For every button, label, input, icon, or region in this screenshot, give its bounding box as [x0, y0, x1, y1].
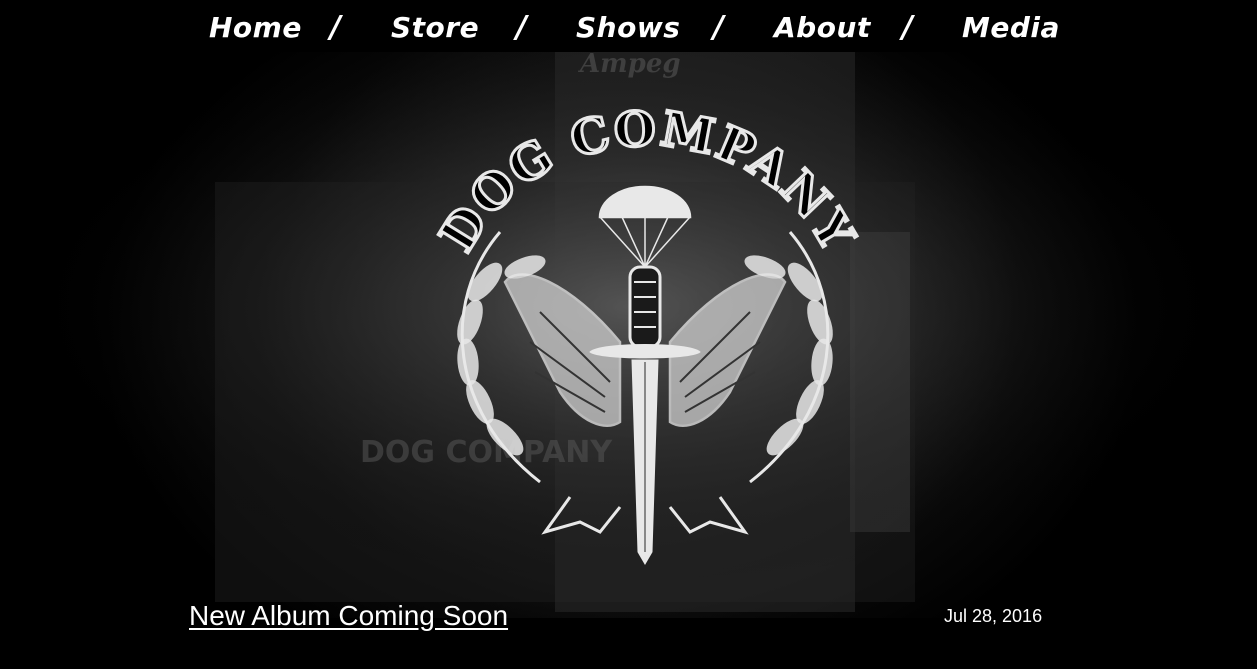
amp-brand-text: Ampeg — [577, 52, 681, 79]
background-band-text: DOG COMPANY — [360, 435, 613, 470]
hero-banner: Ampeg DOG COMPANY DOG COMPANY — [0, 52, 1257, 618]
nav-store-link[interactable]: Store — [391, 8, 479, 48]
nav-media-link[interactable]: Media — [962, 8, 1060, 48]
post-date: Jul 28, 2016 — [944, 606, 1043, 626]
main-navigation: Home / Store / Shows / About / Media — [0, 0, 1257, 52]
nav-shows-link[interactable]: Shows — [576, 8, 680, 48]
nav-separator: / — [330, 10, 341, 45]
nav-separator: / — [902, 10, 913, 45]
nav-separator: / — [516, 10, 527, 45]
post-title-link[interactable]: New Album Coming Soon — [189, 598, 508, 634]
nav-about-link[interactable]: About — [774, 8, 871, 48]
nav-separator: / — [713, 10, 724, 45]
nav-home-link[interactable]: Home — [209, 8, 302, 48]
hero-photo: Ampeg DOG COMPANY DOG COMPANY — [0, 52, 1257, 618]
